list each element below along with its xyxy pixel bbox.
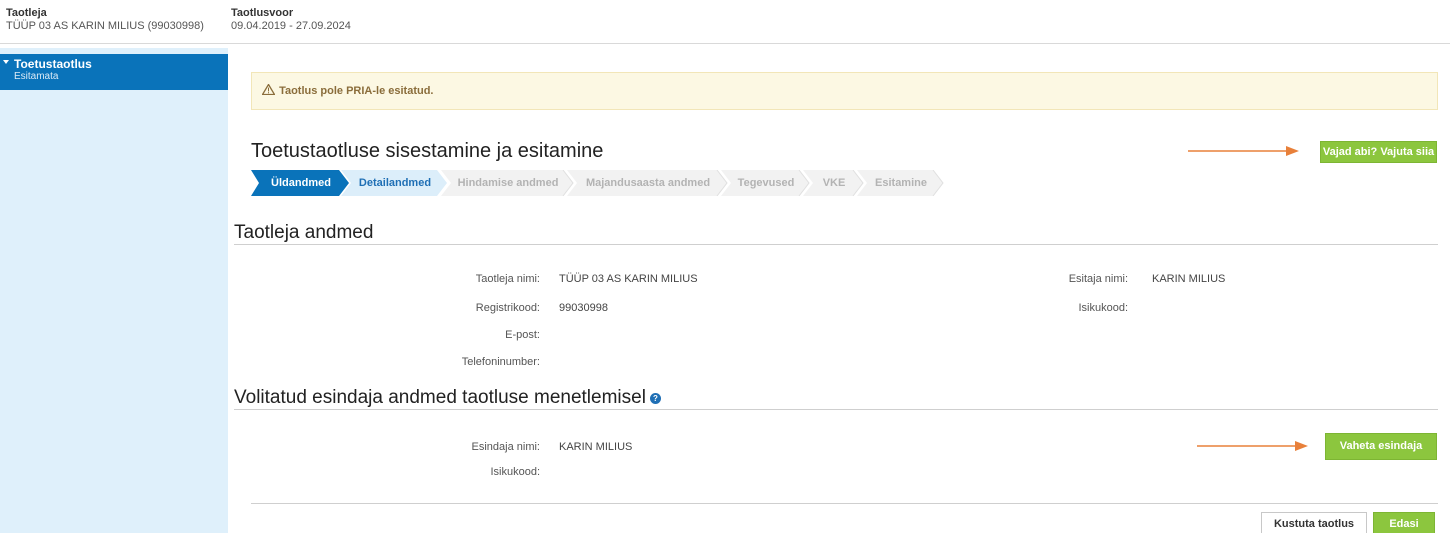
round-info: Taotlusvoor 09.04.2019 - 27.09.2024 (231, 7, 351, 33)
top-header: Taotleja TÜÜP 03 AS KARIN MILIUS (990309… (0, 0, 1450, 44)
field-label: Esitaja nimi: (1068, 273, 1128, 285)
field-label: Registrikood: (475, 302, 540, 314)
round-value: 09.04.2019 - 27.09.2024 (231, 20, 351, 32)
change-representative-button[interactable]: Vaheta esindaja (1325, 433, 1437, 460)
field-label: E-post: (505, 329, 540, 341)
representative-name-value: KARIN MILIUS (559, 441, 633, 453)
step-wizard: Üldandmed Detailandmed Hindamise andmed … (251, 170, 971, 196)
field-label: Isikukood: (1078, 302, 1128, 314)
delete-application-button[interactable]: Kustuta taotlus (1261, 512, 1367, 533)
warning-alert: Taotlus pole PRIA-le esitatud. (251, 72, 1438, 110)
submitter-name-value: KARIN MILIUS (1152, 273, 1226, 285)
step-label: Detailandmed (358, 177, 432, 189)
representative-title-text: Volitatud esindaja andmed taotluse menet… (234, 387, 646, 408)
step-majandusaasta-andmed: Majandusaasta andmed (567, 170, 729, 196)
sidebar-item-status: Esitamata (14, 71, 59, 82)
step-label: Esitamine (875, 177, 927, 189)
registry-code-value: 99030998 (559, 302, 608, 314)
step-label: Üldandmed (271, 177, 331, 189)
applicant-label: Taotleja (6, 7, 47, 19)
caret-down-icon (3, 60, 9, 64)
applicant-info: Taotleja TÜÜP 03 AS KARIN MILIUS (990309… (6, 7, 204, 33)
section-divider (234, 244, 1438, 245)
alert-text: Taotlus pole PRIA-le esitatud. (279, 85, 434, 97)
warning-icon (262, 84, 275, 95)
step-esitamine: Esitamine (857, 170, 945, 196)
arrow-right-icon (1197, 441, 1308, 451)
step-label: VKE (822, 177, 846, 189)
step-detailandmed[interactable]: Detailandmed (341, 170, 449, 196)
field-label: Esindaja nimi: (471, 441, 540, 453)
step-label: Tegevused (737, 177, 795, 189)
next-button[interactable]: Edasi (1373, 512, 1435, 533)
applicant-section-title: Taotleja andmed (234, 222, 374, 243)
section-divider (234, 409, 1438, 410)
footer-divider (251, 503, 1438, 504)
page-title: Toetustaotluse sisestamine ja esitamine (251, 140, 604, 162)
help-button[interactable]: Vajad abi? Vajuta siia (1320, 141, 1437, 163)
field-label: Isikukood: (490, 466, 540, 478)
info-icon[interactable]: ? (649, 393, 661, 404)
arrow-right-icon (1188, 146, 1299, 156)
field-label: Telefoninumber: (461, 356, 540, 368)
applicant-name-value: TÜÜP 03 AS KARIN MILIUS (559, 273, 698, 285)
round-label: Taotlusvoor (231, 7, 294, 19)
step-vke: VKE (803, 170, 865, 196)
step-label: Majandusaasta andmed (585, 177, 711, 189)
sidebar-item-toetustaotlus[interactable]: Toetustaotlus Esitamata (0, 54, 228, 90)
step-label: Hindamise andmed (457, 177, 559, 189)
field-label: Taotleja nimi: (475, 273, 540, 285)
sidebar-item-title: Toetustaotlus (14, 57, 92, 71)
applicant-value: TÜÜP 03 AS KARIN MILIUS (99030998) (6, 20, 204, 32)
step-hindamise-andmed: Hindamise andmed (441, 170, 575, 196)
step-uldandmed[interactable]: Üldandmed (251, 170, 351, 196)
representative-section-title: Volitatud esindaja andmed taotluse menet… (234, 387, 661, 409)
sidebar: Toetustaotlus Esitamata (0, 48, 228, 533)
step-tegevused: Tegevused (721, 170, 811, 196)
